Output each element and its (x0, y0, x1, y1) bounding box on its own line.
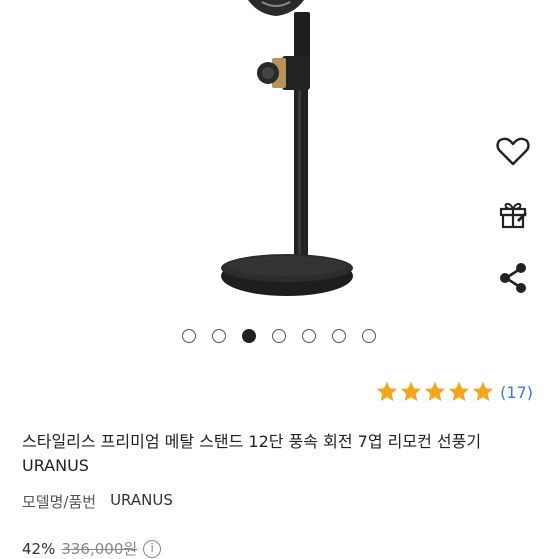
model-value: URANUS (110, 491, 173, 509)
carousel-dot[interactable] (332, 329, 346, 343)
review-count[interactable]: (17) (500, 383, 533, 402)
carousel-dot[interactable] (182, 329, 196, 343)
heart-icon (496, 137, 530, 166)
carousel-dot[interactable] (242, 329, 256, 343)
product-rating[interactable]: (17) (375, 380, 533, 404)
info-icon[interactable]: i (143, 539, 162, 558)
wishlist-button[interactable] (493, 132, 533, 172)
carousel-dot[interactable] (302, 329, 316, 343)
gift-icon (499, 202, 527, 229)
product-title-line-1: 스타일리스 프리미엄 메탈 스탠드 12단 풍속 회전 7엽 리모컨 선풍기 (22, 432, 482, 451)
carousel-dot[interactable] (272, 329, 286, 343)
product-title-line-2: URANUS (22, 456, 89, 475)
price-info: 42% 336,000원 i (22, 538, 162, 559)
share-icon (500, 263, 526, 293)
model-label: 모델명/품번 (22, 493, 97, 511)
gift-button[interactable] (493, 194, 533, 234)
carousel-dot[interactable] (362, 329, 376, 343)
star-rating (375, 380, 495, 404)
product-image[interactable] (0, 0, 559, 320)
product-title: 스타일리스 프리미엄 메탈 스탠드 12단 풍속 회전 7엽 리모컨 선풍기 U… (22, 430, 542, 478)
star-icon (400, 381, 422, 401)
star-icon (376, 381, 398, 401)
carousel-dot[interactable] (212, 329, 226, 343)
carousel-indicator (182, 329, 376, 343)
stand-fan-illustration (221, 0, 353, 296)
star-icon (424, 381, 446, 401)
share-button[interactable] (493, 258, 533, 298)
star-icon (472, 381, 494, 401)
model-info: 모델명/품번 URANUS (22, 491, 173, 512)
discount-rate: 42% (22, 539, 56, 558)
original-price: 336,000원 (61, 540, 138, 558)
star-icon (448, 381, 470, 401)
